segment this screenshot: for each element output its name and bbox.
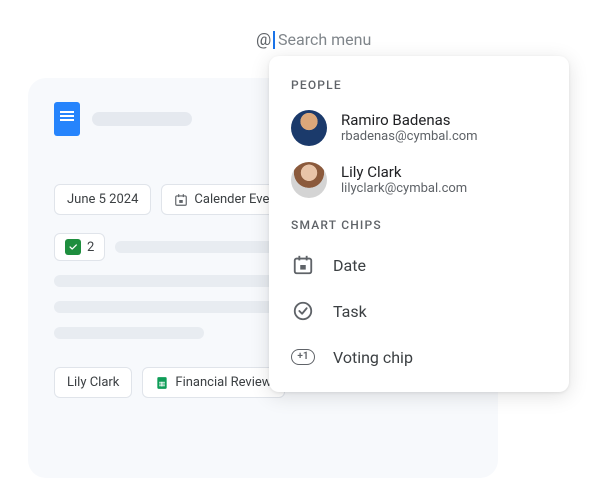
calendar-icon [291,253,315,277]
section-people-label: PEOPLE [269,74,569,102]
calendar-event-label: Calender Event [194,192,280,207]
person-chip[interactable]: Lily Clark [54,367,132,398]
mention-dropdown: PEOPLE Ramiro Badenas rbadenas@cymbal.co… [269,56,569,392]
person-chip-label: Lily Clark [67,375,119,390]
search-input[interactable]: Search menu [278,30,371,49]
at-symbol: @ [256,30,271,50]
date-chip-label: June 5 2024 [67,192,138,207]
vote-count: 2 [87,240,94,255]
task-option-label: Task [333,302,367,321]
person-email: rbadenas@cymbal.com [341,129,478,146]
file-chip[interactable]: Financial Review [142,367,284,398]
person-info: Ramiro Badenas rbadenas@cymbal.com [341,111,478,146]
person-option[interactable]: Lily Clark lilyclark@cymbal.com [269,154,569,206]
voting-option[interactable]: +1 Voting chip [269,334,569,380]
date-option[interactable]: Date [269,242,569,288]
checkmark-icon [65,239,81,255]
calendar-icon [174,193,188,207]
sheets-icon [155,376,169,390]
person-name: Ramiro Badenas [341,111,478,129]
date-chip[interactable]: June 5 2024 [54,184,151,215]
text-placeholder [54,275,294,287]
google-docs-icon [54,102,80,136]
section-smartchips-label: SMART CHIPS [269,206,569,242]
text-placeholder [54,301,284,313]
person-option[interactable]: Ramiro Badenas rbadenas@cymbal.com [269,102,569,154]
avatar [291,110,327,146]
date-option-label: Date [333,256,366,275]
person-name: Lily Clark [341,163,467,181]
title-placeholder [92,112,192,126]
voting-option-label: Voting chip [333,348,413,367]
text-cursor [273,31,275,49]
vote-badge: +1 [291,349,314,365]
vote-chip[interactable]: 2 [54,233,105,261]
person-info: Lily Clark lilyclark@cymbal.com [341,163,467,198]
voting-pill-icon: +1 [291,345,315,369]
file-chip-label: Financial Review [175,375,271,390]
person-email: lilyclark@cymbal.com [341,181,467,198]
avatar [291,162,327,198]
task-option[interactable]: Task [269,288,569,334]
task-check-icon [291,299,315,323]
text-placeholder [54,327,204,339]
